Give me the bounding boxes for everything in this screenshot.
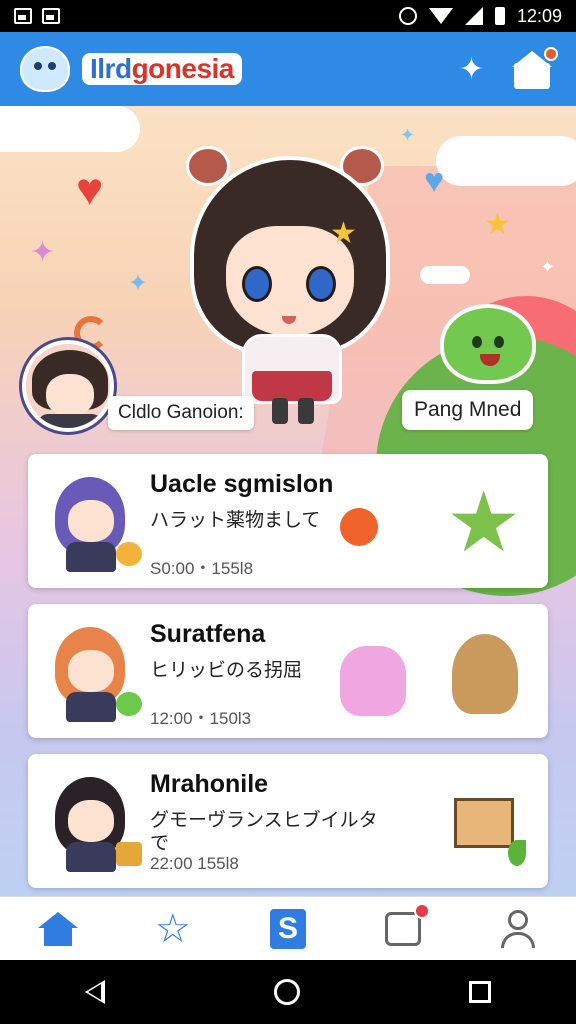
right-character-label[interactable]: Pang Mned (402, 390, 534, 430)
card-avatar (44, 468, 142, 574)
leaf-icon (508, 840, 526, 866)
sparkle-icon: ✦ (128, 270, 149, 297)
nav-box-button[interactable] (375, 902, 431, 955)
avatar-face (68, 650, 114, 692)
hero-eye-left (242, 266, 272, 302)
orange-blob-icon (116, 542, 142, 566)
card-title: Suratfena (150, 620, 266, 648)
orange-fruit-icon (340, 508, 378, 546)
card-meta: 12:00・150l3 (150, 709, 252, 728)
left-character-avatar[interactable] (22, 340, 114, 432)
hero-eye-right (306, 266, 336, 302)
nav-profile-button[interactable] (490, 903, 546, 955)
s-icon: S (269, 908, 306, 949)
avatar-body (66, 842, 116, 872)
cloud-decoration (0, 106, 140, 152)
hero-skirt (252, 371, 332, 401)
profile-icon-head (508, 909, 529, 930)
home-circle-icon[interactable] (273, 979, 300, 1005)
avatar-face (46, 374, 94, 416)
pink-bear-icon (340, 646, 406, 716)
hair-clip-star-icon: ★ (330, 217, 357, 250)
star-icon: ☆ (154, 906, 191, 951)
home-icon (37, 911, 78, 946)
sparkle-star-icon[interactable]: ✦ (459, 52, 484, 87)
nav-star-button[interactable]: ☆ (145, 903, 201, 955)
list-item[interactable]: Mrahonile グモーヴランスヒブイルタ で 22:00 155l8 (28, 754, 548, 888)
app-title-prefix: Ilrd (90, 53, 132, 84)
battery-icon (494, 7, 505, 25)
home-base (514, 63, 550, 89)
card-meta: 22:00 155l8 (150, 854, 239, 873)
card-avatar (44, 768, 142, 874)
recent-apps-icon[interactable] (469, 981, 492, 1003)
cloud-decoration (420, 266, 470, 284)
hero-leg-left (272, 398, 288, 424)
list-item[interactable]: Uacle sgmislon ハラット薬物まして S0:00・155l8 ★ (28, 454, 548, 588)
card-meta: S0:00・155l8 (150, 559, 254, 578)
nav-s-button[interactable]: S (260, 903, 316, 955)
app-bar: Ilrdgonesia ✦ (0, 32, 576, 106)
heart-icon: ♥ (76, 163, 104, 215)
avatar-face (68, 800, 114, 842)
hero-leg-right (298, 398, 314, 424)
gallery-notification-icon (42, 8, 60, 24)
main-content: ♥ ♥ ✦ ✦ ★ ✦ ✦ ★ Cldlo Ganoion: Pang Mned (0, 106, 576, 896)
green-blob-character[interactable] (440, 304, 536, 384)
star-icon: ★ (484, 208, 511, 241)
sparkle-icon: ✦ (400, 125, 416, 145)
blue-heart-icon: ♥ (424, 162, 445, 200)
wifi-icon (428, 8, 453, 24)
blob-mouth (480, 354, 500, 366)
avatar-body (38, 414, 102, 428)
house-icon (454, 798, 514, 848)
alarm-icon (398, 7, 417, 25)
card-avatar (44, 618, 142, 724)
avatar-face (68, 500, 114, 542)
app-title-main: gonesia (131, 53, 235, 84)
box-notification-icon (385, 902, 431, 946)
card-title: Uacle sgmislon (150, 470, 334, 498)
home-icon-base (43, 925, 72, 946)
profile-icon (501, 909, 536, 948)
back-icon[interactable] (84, 980, 105, 1004)
avatar-body (66, 692, 116, 722)
sparkle-icon: ✦ (540, 257, 556, 277)
sparkle-icon: ✦ (30, 236, 56, 269)
status-time: 12:09 (516, 5, 562, 26)
profile-icon-body (501, 931, 536, 948)
app-title: Ilrdgonesia (82, 53, 242, 85)
system-nav-bar (0, 960, 576, 1024)
brown-hair-girl-icon (452, 634, 518, 714)
notification-dot (544, 47, 558, 61)
card-subtitle: グモーヴランスヒブイルタ で (150, 810, 378, 854)
home-notification-icon[interactable] (512, 47, 558, 89)
signal-icon (464, 7, 483, 25)
book-icon (116, 842, 142, 866)
mascot-logo-icon[interactable] (20, 46, 70, 92)
hero-character[interactable]: ★ (180, 126, 400, 426)
green-star-character-icon: ★ (446, 475, 522, 569)
cloud-decoration (436, 136, 576, 186)
nav-home-button[interactable] (30, 903, 86, 955)
list-item[interactable]: Suratfena ヒリッビのる拐屈 12:00・150l3 (28, 604, 548, 738)
image-notification-icon (14, 8, 32, 24)
bottom-nav: ☆ S (0, 896, 576, 960)
status-bar: 12:09 (0, 0, 576, 32)
card-title: Mrahonile (150, 770, 269, 798)
green-blob-icon (116, 692, 142, 716)
avatar-body (66, 542, 116, 572)
notification-dot (414, 902, 431, 919)
left-character-label[interactable]: Cldlo Ganoion: (108, 396, 254, 430)
